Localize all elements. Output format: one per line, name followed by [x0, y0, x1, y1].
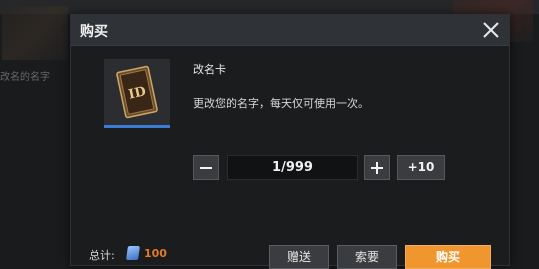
total-label: 总计:	[89, 249, 115, 262]
decrease-quantity-button[interactable]	[193, 155, 219, 180]
purchase-dialog: 购买 ID 改名卡 更改您的名字，每天仅可使用一次。 1/999 +10 总计:	[70, 14, 510, 269]
gift-button[interactable]: 赠送	[269, 245, 329, 269]
request-button[interactable]: 索要	[337, 245, 397, 269]
item-name: 改名卡	[193, 63, 226, 76]
id-card-icon: ID	[104, 59, 170, 125]
background-card-left	[2, 6, 68, 60]
coupon-icon	[126, 246, 140, 260]
thumbnail-selected-underline	[104, 125, 170, 128]
dialog-header: 购买	[71, 15, 509, 46]
item-description: 更改您的名字，每天仅可使用一次。	[193, 97, 369, 110]
add-ten-button[interactable]: +10	[397, 155, 445, 180]
dialog-title: 购买	[80, 24, 108, 40]
total-amount: 100	[144, 247, 167, 260]
background-item-text: 改名的名字	[0, 72, 50, 83]
dialog-footer: 总计: 100 赠送 索要 购买	[71, 239, 509, 269]
item-thumbnail: ID	[104, 59, 170, 128]
increase-quantity-button[interactable]	[364, 155, 390, 180]
buy-button[interactable]: 购买	[405, 245, 491, 269]
quantity-field[interactable]: 1/999	[227, 155, 358, 180]
close-icon[interactable]	[479, 18, 503, 42]
